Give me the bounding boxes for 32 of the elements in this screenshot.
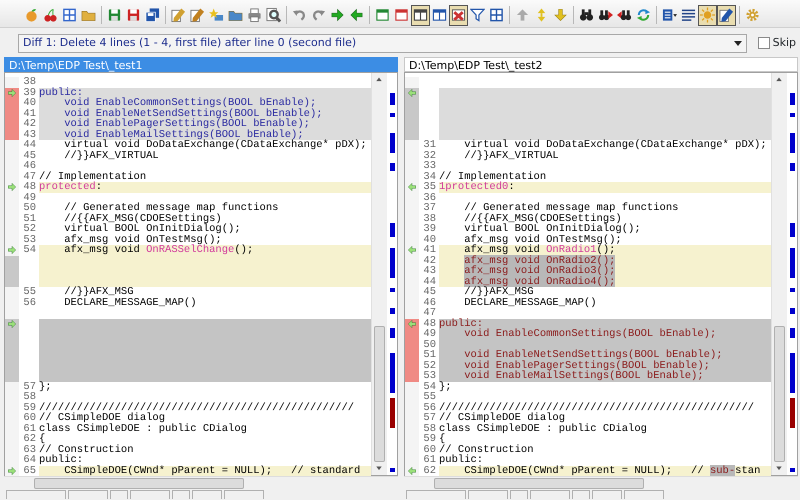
status-bar-panel: [530, 490, 570, 499]
status-bar-panel: [592, 490, 622, 499]
status-bar-panel: [510, 490, 528, 499]
status-bar-panel: [224, 490, 264, 499]
gutter-marker: [5, 256, 19, 266]
gutter-marker: [405, 371, 419, 382]
file-path-header: D:\Temp\EDP Test\_test2: [404, 57, 798, 72]
status-bar-panel: [406, 490, 466, 499]
status-bar-panel: [172, 490, 190, 499]
line-number: 65: [19, 466, 39, 476]
skip-label: Skip: [772, 34, 796, 51]
status-bar-panel: [624, 490, 664, 499]
status-bar-panel: [110, 490, 128, 499]
diff-dropdown[interactable]: Diff 1: Delete 4 lines (1 - 4, first file) after line 0 (second file): [18, 34, 747, 52]
caret-icon: [734, 40, 742, 46]
gutter-marker: [405, 130, 419, 140]
skip-checkbox[interactable]: [758, 37, 770, 49]
status-bar-panel: [468, 490, 508, 499]
status-bar-panel: [192, 490, 222, 499]
vertical-scrollbar[interactable]: [371, 73, 387, 475]
gutter-marker: [5, 276, 19, 287]
gutter-marker: [5, 130, 19, 140]
status-bar-panel: [572, 490, 590, 499]
line-number: 62: [419, 466, 439, 476]
scrollbar-thumb[interactable]: [374, 326, 385, 462]
gutter-marker: [5, 371, 19, 382]
scrollbar-thumb[interactable]: [774, 326, 785, 462]
vertical-scrollbar[interactable]: [771, 73, 787, 475]
file-path-header: D:\Temp\EDP Test\_test1: [4, 57, 398, 72]
status-bar-panel: [130, 490, 170, 499]
status-bar-panel: [6, 490, 66, 499]
status-bar-panel: [68, 490, 108, 499]
